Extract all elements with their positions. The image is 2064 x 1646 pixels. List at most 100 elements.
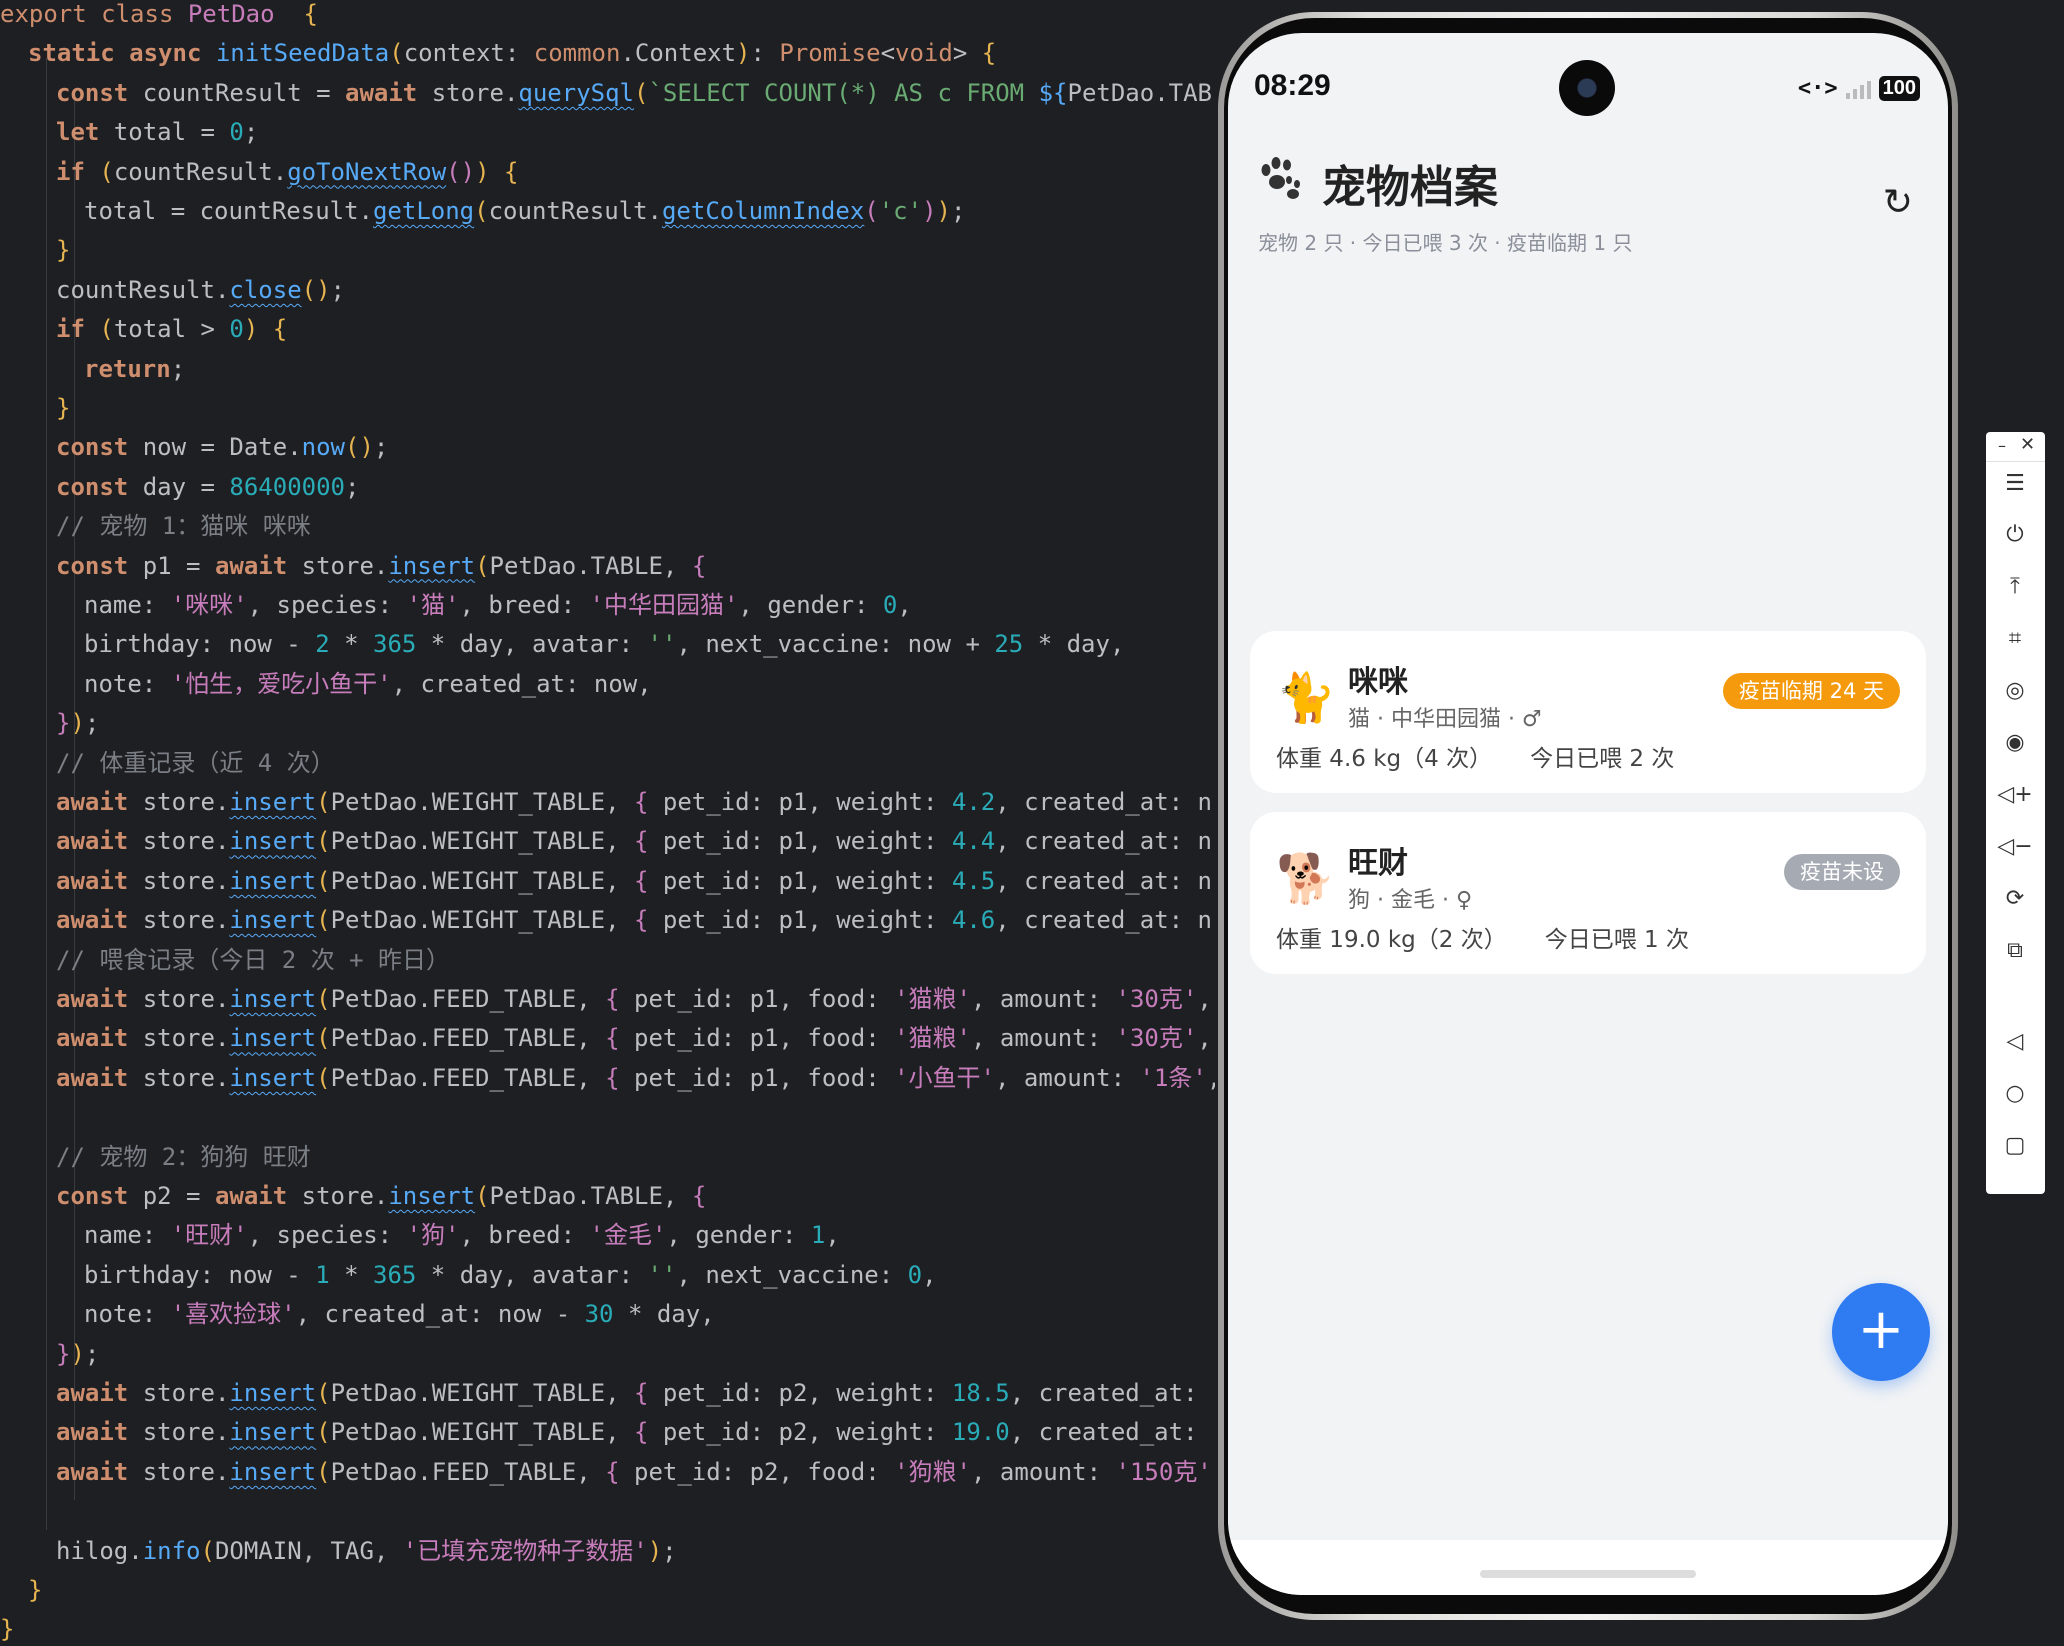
code-token: countResult. (56, 275, 230, 304)
code-line[interactable]: await store.insert(PetDao.WEIGHT_TABLE, … (56, 1413, 1198, 1452)
volume-up-icon[interactable]: ◁+ (1995, 775, 2035, 815)
code-line[interactable]: name: '旺财', species: '狗', breed: '金毛', g… (84, 1216, 840, 1255)
code-token: note: (84, 1300, 171, 1329)
menu-icon[interactable]: ☰ (1995, 464, 2035, 504)
code-token: static (28, 39, 130, 68)
code-line[interactable]: await store.insert(PetDao.FEED_TABLE, { … (56, 1453, 1212, 1492)
rotate-top-icon[interactable]: ⤒ (1995, 567, 2035, 607)
code-token: ) (736, 39, 751, 68)
code-line[interactable]: note: '喜欢捡球', created_at: now - 30 * day… (84, 1295, 715, 1334)
code-line[interactable]: birthday: now - 1 * 365 * day, avatar: '… (84, 1256, 937, 1295)
code-line[interactable]: // 体重记录（近 4 次） (56, 744, 335, 783)
code-line[interactable]: await store.insert(PetDao.FEED_TABLE, { … (56, 1019, 1212, 1058)
volume-down-icon[interactable]: ◁− (1995, 827, 2035, 867)
vaccine-badge: 疫苗未设 (1784, 854, 1900, 890)
code-line[interactable]: let total = 0; (56, 113, 258, 152)
code-line[interactable]: const now = Date.now(); (56, 428, 388, 467)
code-token: ( (316, 985, 331, 1013)
code-line[interactable]: // 宠物 2：狗狗 旺财 (56, 1138, 311, 1177)
code-line[interactable]: await store.insert(PetDao.WEIGHT_TABLE, … (56, 783, 1212, 822)
code-line[interactable]: export class PetDao { (0, 0, 318, 34)
code-token: getColumnIndex (661, 197, 865, 225)
code-line[interactable]: // 喂食记录（今日 2 次 + 昨日） (56, 941, 450, 980)
code-line[interactable]: birthday: now - 2 * 365 * day, avatar: '… (84, 625, 1124, 664)
pet-card[interactable]: 🐕 旺财 狗 · 金毛 · ♀ 体重 19.0 kg（2 次） 今日已喂 1 次… (1250, 812, 1926, 974)
code-line[interactable]: await store.insert(PetDao.FEED_TABLE, { … (56, 1059, 1215, 1098)
screen-record-icon[interactable]: ◎ (1995, 671, 2035, 711)
home-icon[interactable]: ○ (1995, 1074, 2035, 1114)
pet-card[interactable]: 🐈 咪咪 猫 · 中华田园猫 · ♂ 体重 4.6 kg（4 次） 今日已喂 2… (1250, 631, 1926, 793)
code-line[interactable]: await store.insert(PetDao.WEIGHT_TABLE, … (56, 1374, 1198, 1413)
code-token: '旺财' (170, 1221, 248, 1250)
code-token: PetDao.FEED_TABLE, (330, 1063, 606, 1092)
code-line[interactable]: const p2 = await store.insert(PetDao.TAB… (56, 1177, 706, 1216)
code-line[interactable]: }); (56, 704, 99, 743)
code-line[interactable]: const p1 = await store.insert(PetDao.TAB… (56, 547, 706, 586)
code-line[interactable]: await store.insert(PetDao.WEIGHT_TABLE, … (56, 822, 1212, 861)
code-token: , gender: (666, 1221, 811, 1250)
code-token: 25 (994, 630, 1024, 659)
code-line[interactable]: } (28, 1571, 42, 1610)
rotate-icon[interactable]: ⟳ (1995, 879, 2035, 919)
code-token: 1 (315, 1260, 330, 1289)
code-token: ( (200, 1536, 215, 1565)
code-line[interactable]: name: '咪咪', species: '猫', breed: '中华田园猫'… (84, 586, 912, 625)
power-icon[interactable]: ⏻ (1995, 515, 2035, 555)
code-token: '150克' (1115, 1457, 1212, 1486)
code-token: , (1197, 985, 1212, 1013)
add-pet-button[interactable]: + (1832, 1283, 1930, 1381)
code-line[interactable]: const countResult = await store.querySql… (56, 74, 1212, 113)
code-token: { (691, 551, 707, 580)
screenshot-icon[interactable]: ◉ (1995, 723, 2035, 763)
code-token: await (56, 1457, 143, 1486)
close-icon[interactable]: ✕ (2020, 434, 2035, 455)
recents-icon[interactable]: ▢ (1995, 1126, 2035, 1166)
code-line[interactable]: if (total > 0) { (56, 310, 287, 349)
code-line[interactable]: } (56, 231, 70, 270)
code-token: birthday: now - (84, 630, 316, 659)
home-indicator[interactable] (1480, 1570, 1696, 1578)
code-token: * day, avatar: (416, 630, 648, 659)
code-line[interactable]: if (countResult.goToNextRow()) { (56, 153, 518, 192)
code-token: name: (84, 591, 171, 619)
code-line[interactable]: }); (56, 1335, 99, 1374)
code-token: insert (229, 906, 317, 935)
code-line[interactable]: await store.insert(PetDao.WEIGHT_TABLE, … (56, 901, 1212, 940)
code-line[interactable]: total = countResult.getLong(countResult.… (84, 192, 965, 231)
back-icon[interactable]: ◁ (1995, 1022, 2035, 1062)
code-token: 19.0 (951, 1418, 1010, 1447)
crop-icon[interactable]: ⌗ (1995, 619, 2035, 659)
code-line[interactable]: } (0, 1610, 14, 1646)
code-line[interactable]: countResult.close(); (56, 271, 345, 310)
multi-device-icon[interactable]: ⧉ (1995, 931, 2035, 971)
code-line[interactable]: hilog.info(DOMAIN, TAG, '已填充宠物种子数据'); (56, 1532, 677, 1571)
code-token: pet_id: p1, food: (619, 1024, 895, 1053)
code-line[interactable]: await store.insert(PetDao.WEIGHT_TABLE, … (56, 862, 1212, 901)
code-editor[interactable]: export class PetDao {static async initSe… (0, 0, 1215, 1646)
code-line[interactable]: } (56, 389, 70, 428)
status-bar: 08:29 <·> 100 (1228, 33, 1948, 116)
code-token: countResult = (142, 78, 345, 107)
code-token: { (272, 315, 288, 344)
code-line[interactable]: // 宠物 1：猫咪 咪咪 (56, 507, 311, 546)
code-token: , species: (247, 1221, 407, 1250)
minimize-icon[interactable]: – (1998, 436, 2006, 455)
code-token: , created_at: now - (295, 1300, 585, 1329)
code-token: 4.6 (951, 906, 996, 935)
code-token: 0 (882, 591, 898, 619)
toolbar-titlebar: – ✕ (1986, 432, 2045, 462)
code-line[interactable]: static async initSeedData(context: commo… (28, 34, 996, 73)
phone-screen[interactable]: 08:29 <·> 100 宠物档案 宠物 2 只 · 今日已喂 3 次 · 疫… (1228, 33, 1948, 1595)
refresh-icon[interactable]: ↻ (1878, 183, 1918, 223)
code-token: '猫' (406, 591, 460, 619)
code-token: { (303, 0, 318, 28)
code-token: pet_id: p2, food: (619, 1457, 895, 1486)
code-token: PetDao.FEED_TABLE, (330, 1024, 606, 1053)
code-line[interactable]: note: '怕生，爱吃小鱼干', created_at: now, (84, 665, 652, 704)
code-line[interactable]: await store.insert(PetDao.FEED_TABLE, { … (56, 980, 1212, 1019)
code-line[interactable]: const day = 86400000; (56, 468, 359, 507)
code-line[interactable]: return; (84, 350, 185, 389)
code-token: ( (389, 39, 404, 68)
code-token: Promise (779, 39, 881, 68)
code-token: store. (301, 1182, 389, 1210)
